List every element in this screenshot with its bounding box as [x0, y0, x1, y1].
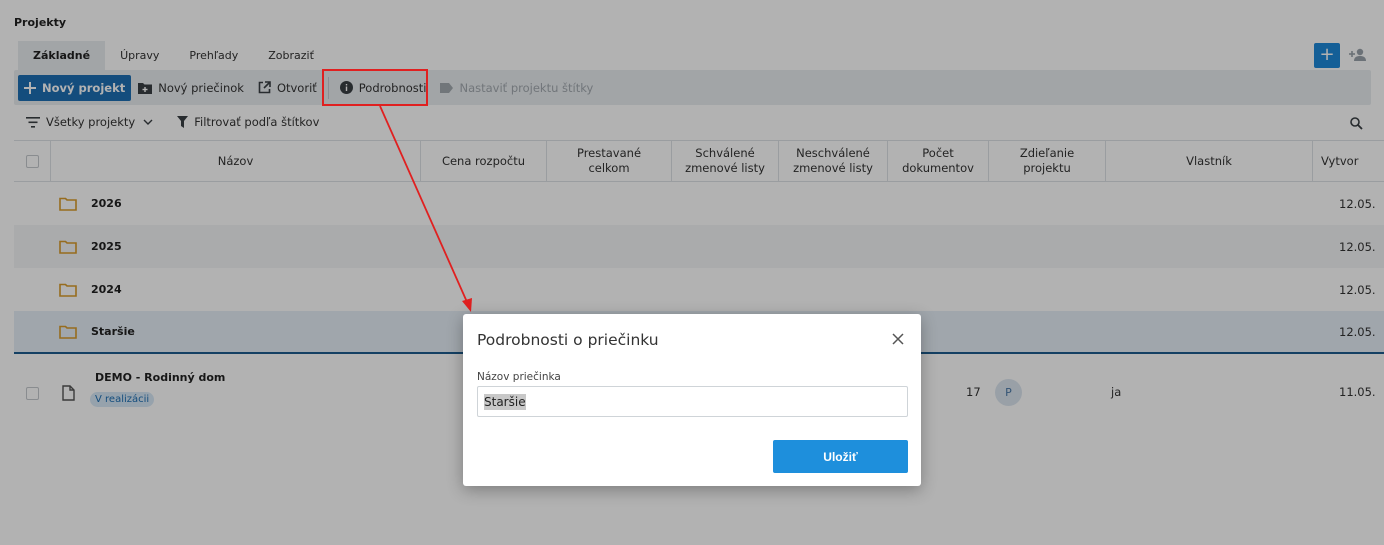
save-button[interactable]: Uložiť [773, 440, 908, 473]
folder-name-input[interactable]: Staršie [477, 386, 908, 417]
close-button[interactable] [891, 332, 905, 346]
close-icon [892, 333, 904, 345]
folder-name-label: Názov priečinka [477, 371, 561, 383]
folder-details-dialog: Podrobnosti o priečinku Názov priečinka … [463, 314, 921, 486]
folder-name-value: Staršie [484, 393, 526, 410]
app-window: Projekty Základné Úpravy Prehľady Zobraz… [0, 0, 1384, 545]
dialog-title: Podrobnosti o priečinku [477, 331, 659, 349]
